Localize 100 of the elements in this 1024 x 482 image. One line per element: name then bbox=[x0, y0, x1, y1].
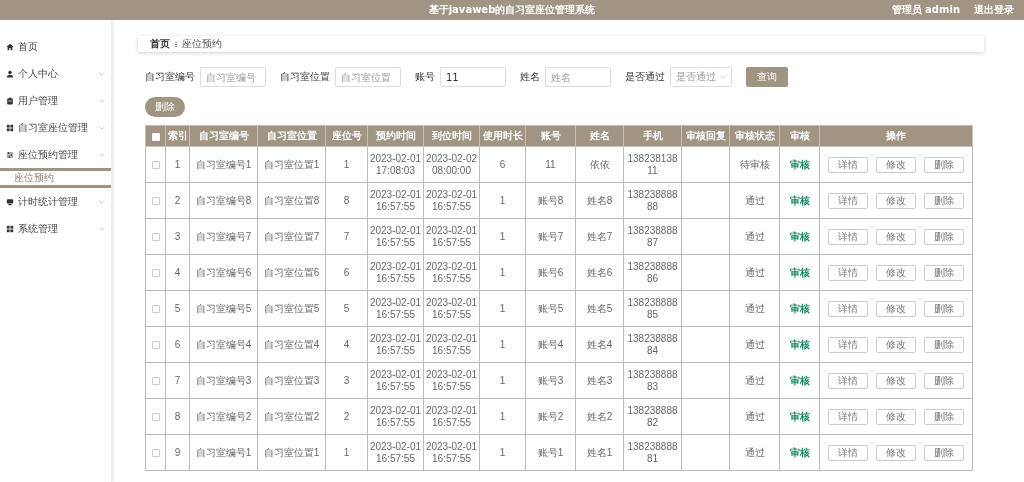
column-header: 操作 bbox=[819, 125, 973, 147]
action-button[interactable]: 修改 bbox=[876, 408, 916, 425]
review-link[interactable]: 审核 bbox=[789, 410, 810, 422]
action-button[interactable]: 修改 bbox=[876, 444, 916, 461]
sidebar-item[interactable]: 用户管理 bbox=[0, 87, 111, 114]
search-button[interactable]: 查询 bbox=[746, 67, 788, 87]
column-header: 账号 bbox=[525, 125, 576, 147]
table-cell: 1 bbox=[499, 230, 506, 242]
review-link[interactable]: 审核 bbox=[789, 194, 810, 206]
table-cell: 1 bbox=[499, 410, 506, 422]
table-cell: 2023-02-01 17:08:03 bbox=[369, 152, 422, 176]
table-cell: 依依 bbox=[589, 158, 610, 170]
table-cell: 姓名4 bbox=[586, 338, 613, 350]
logout-link[interactable]: 退出登录 bbox=[974, 3, 1014, 17]
sidebar-label: 用户管理 bbox=[18, 93, 58, 108]
table-cell: 自习室位置1 bbox=[263, 446, 320, 458]
action-button[interactable]: 修改 bbox=[876, 336, 916, 353]
breadcrumb-link[interactable]: 座位预约 bbox=[182, 37, 222, 51]
action-button[interactable]: 删除 bbox=[924, 444, 964, 461]
column-header: 审核 bbox=[779, 125, 820, 147]
action-button[interactable]: 修改 bbox=[876, 300, 916, 317]
table-cell: 13823888885 bbox=[627, 296, 678, 320]
table-cell: 4 bbox=[174, 266, 181, 278]
input-field[interactable]: 自习室编号 bbox=[200, 67, 266, 87]
review-link[interactable]: 审核 bbox=[789, 302, 810, 314]
table-cell: 通过 bbox=[744, 266, 765, 278]
table-cell: 13823888882 bbox=[627, 404, 678, 428]
action-button[interactable]: 修改 bbox=[876, 372, 916, 389]
table-cell: 11 bbox=[545, 158, 556, 170]
filter-label: 自习室位置 bbox=[280, 70, 330, 84]
filter-label: 是否通过 bbox=[625, 70, 665, 84]
action-button[interactable]: 删除 bbox=[924, 336, 964, 353]
sidebar-label: 座位预约管理 bbox=[18, 147, 78, 162]
action-button[interactable]: 详情 bbox=[828, 336, 868, 353]
review-link[interactable]: 审核 bbox=[789, 446, 810, 458]
sidebar-item[interactable]: 首页 bbox=[0, 33, 111, 60]
table-cell: 自习室编号1 bbox=[195, 446, 252, 458]
select-field[interactable]: 是否通过 bbox=[670, 67, 732, 87]
input-field[interactable]: 11 bbox=[440, 67, 506, 87]
table-cell: 自习室位置7 bbox=[263, 230, 320, 242]
table-cell: 2023-02-01 16:57:55 bbox=[425, 224, 478, 248]
table-cell: 自习室位置3 bbox=[263, 374, 320, 386]
table-cell: 8 bbox=[174, 410, 181, 422]
table-cell: 13823813811 bbox=[627, 152, 678, 176]
action-button[interactable]: 删除 bbox=[924, 300, 964, 317]
column-header: 座位号 bbox=[325, 125, 368, 147]
action-button[interactable]: 修改 bbox=[876, 264, 916, 281]
action-button[interactable]: 删除 bbox=[924, 192, 964, 209]
input-field[interactable]: 姓名 bbox=[545, 67, 611, 87]
sidebar-item[interactable]: 座位预约管理 bbox=[0, 141, 111, 168]
sidebar-item[interactable]: 系统管理 bbox=[0, 215, 111, 242]
review-link[interactable]: 审核 bbox=[789, 158, 810, 170]
action-button[interactable]: 删除 bbox=[924, 372, 964, 389]
submenu-item[interactable]: 座位预约 bbox=[0, 168, 111, 188]
action-button[interactable]: 删除 bbox=[924, 228, 964, 245]
review-link[interactable]: 审核 bbox=[789, 230, 810, 242]
action-button[interactable]: 删除 bbox=[924, 264, 964, 281]
action-button[interactable]: 详情 bbox=[828, 264, 868, 281]
table-cell: 通过 bbox=[744, 302, 765, 314]
action-button[interactable]: 删除 bbox=[924, 408, 964, 425]
sidebar-label: 首页 bbox=[18, 39, 38, 54]
table-cell: 1 bbox=[499, 338, 506, 350]
table-cell: 自习室位置5 bbox=[263, 302, 320, 314]
action-button[interactable]: 详情 bbox=[828, 372, 868, 389]
table-cell: 7 bbox=[343, 230, 350, 242]
review-link[interactable]: 审核 bbox=[789, 374, 810, 386]
sidebar-item[interactable]: 个人中心 bbox=[0, 60, 111, 87]
table-cell: 通过 bbox=[744, 338, 765, 350]
table-cell: 2023-02-01 16:57:55 bbox=[369, 368, 422, 392]
table-cell: 通过 bbox=[744, 446, 765, 458]
delete-button[interactable]: 删除 bbox=[145, 97, 185, 117]
table-cell: 13823888884 bbox=[627, 332, 678, 356]
action-button[interactable]: 详情 bbox=[828, 300, 868, 317]
table-cell: 账号5 bbox=[537, 302, 564, 314]
review-link[interactable]: 审核 bbox=[789, 338, 810, 350]
action-button[interactable]: 删除 bbox=[924, 156, 964, 173]
table-cell: 2023-02-01 16:57:55 bbox=[425, 368, 478, 392]
table-cell: 13823888887 bbox=[627, 224, 678, 248]
column-header: 自习室位置 bbox=[257, 125, 326, 147]
action-button[interactable]: 详情 bbox=[828, 192, 868, 209]
sidebar-item[interactable]: 自习室座位管理 bbox=[0, 114, 111, 141]
action-button[interactable]: 修改 bbox=[876, 156, 916, 173]
action-button[interactable]: 修改 bbox=[876, 192, 916, 209]
table-cell: 账号4 bbox=[537, 338, 564, 350]
action-button[interactable]: 详情 bbox=[828, 156, 868, 173]
action-button[interactable]: 详情 bbox=[828, 444, 868, 461]
sidebar-item[interactable]: 计时统计管理 bbox=[0, 188, 111, 215]
action-button[interactable]: 详情 bbox=[828, 408, 868, 425]
input-field[interactable]: 自习室位置 bbox=[335, 67, 401, 87]
action-button[interactable]: 详情 bbox=[828, 228, 868, 245]
table-cell: 2 bbox=[343, 410, 350, 422]
table-cell: 通过 bbox=[744, 194, 765, 206]
column-header: 手机 bbox=[623, 125, 682, 147]
table-cell: 2 bbox=[174, 194, 181, 206]
review-link[interactable]: 审核 bbox=[789, 266, 810, 278]
table-cell: 5 bbox=[343, 302, 350, 314]
action-button[interactable]: 修改 bbox=[876, 228, 916, 245]
table-cell: 通过 bbox=[744, 410, 765, 422]
table-cell: 姓名6 bbox=[586, 266, 613, 278]
breadcrumb-link[interactable]: 首页 bbox=[150, 37, 170, 51]
